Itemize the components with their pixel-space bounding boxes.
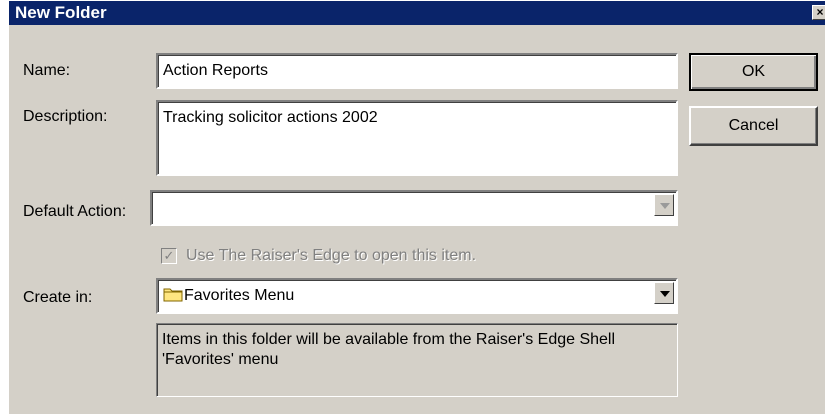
chevron-down-icon[interactable] [654, 282, 674, 304]
info-box: Items in this folder will be available f… [156, 323, 678, 397]
description-label: Description: [23, 108, 108, 125]
description-field-value: Tracking solicitor actions 2002 [163, 109, 378, 126]
description-field[interactable]: Tracking solicitor actions 2002 [156, 100, 678, 176]
name-label: Name: [23, 62, 71, 79]
name-field[interactable]: Action Reports [156, 53, 678, 89]
new-folder-dialog: New Folder × Name: Action Reports Descri… [8, 0, 825, 414]
name-field-value: Action Reports [163, 62, 268, 79]
use-raisers-edge-label: Use The Raiser's Edge to open this item. [186, 247, 477, 264]
folder-icon [163, 288, 183, 302]
create-in-label: Create in: [23, 289, 93, 306]
info-text: Items in this folder will be available f… [162, 331, 616, 368]
ok-button[interactable]: OK [689, 53, 818, 91]
create-in-value: Favorites Menu [184, 287, 295, 304]
default-action-label: Default Action: [23, 203, 127, 220]
dialog-title: New Folder [15, 3, 107, 22]
title-bar[interactable]: New Folder × [9, 1, 825, 25]
default-action-dropdown[interactable] [150, 190, 678, 226]
chevron-down-icon[interactable] [654, 194, 674, 216]
create-in-dropdown[interactable]: Favorites Menu [156, 278, 678, 314]
cancel-button[interactable]: Cancel [689, 106, 818, 146]
use-raisers-edge-checkbox[interactable]: ✓ [161, 248, 177, 264]
close-icon[interactable]: × [812, 5, 825, 20]
